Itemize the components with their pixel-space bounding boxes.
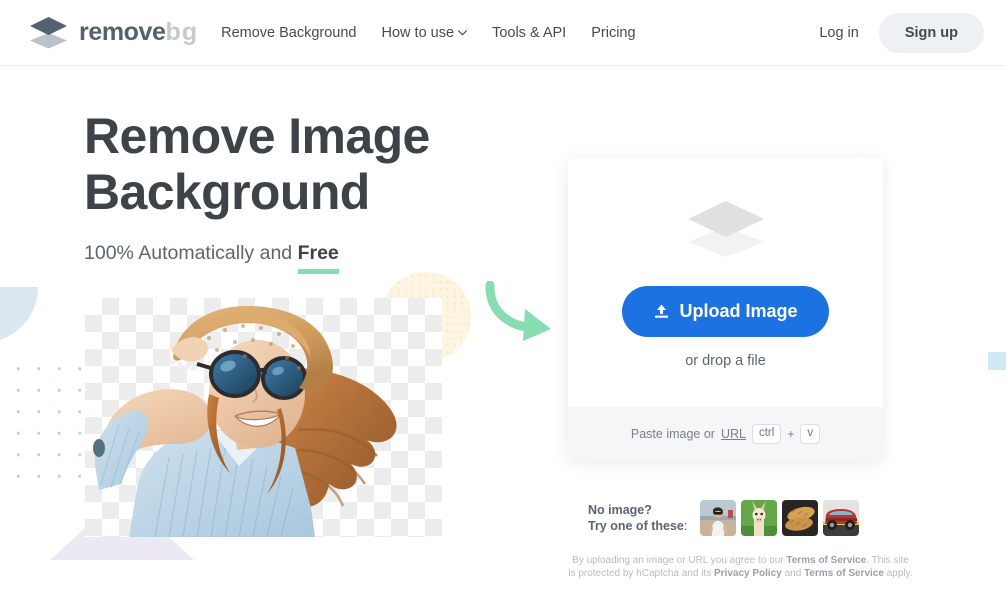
sample-thumbnail-list [700,500,860,536]
layers-diamond-icon [30,16,67,48]
key-ctrl: ctrl [751,424,782,444]
nav-item-tools-and-api[interactable]: Tools & API [492,25,566,41]
upload-button-label: Upload Image [679,300,798,321]
signup-button[interactable]: Sign up [878,12,984,53]
main-nav: Remove Background How to use Tools & API… [221,25,635,41]
nav-item-label: How to use [381,24,455,41]
sample-thumb-bread[interactable] [782,500,819,536]
sample-thumb-woman[interactable] [700,500,737,536]
upload-card: Upload Image or drop a file Paste image … [568,158,883,461]
legal-part-4: apply. [883,568,913,579]
headline-line-2: Background [84,164,370,220]
headline-line-1: Remove Image [84,108,430,164]
page-title: Remove Image Background [84,108,430,220]
hero-example-image [85,298,442,537]
hero-text-block: Remove Image Background 100% Automatical… [84,108,430,274]
layers-diamond-icon [687,200,764,257]
nav-item-label: Pricing [591,24,636,41]
decoration-dot-grid [8,358,86,490]
sample-label-line1: No image? [588,503,652,517]
nav-item-label: Remove Background [221,24,357,41]
chevron-down-icon [458,29,468,35]
nav-item-pricing[interactable]: Pricing [591,25,635,41]
legal-part-3: and [781,568,805,579]
brand-name-secondary: bg [165,18,199,46]
header-actions: Log in Sign up [809,12,984,53]
nav-item-how-to-use[interactable]: How to use [382,25,468,41]
decoration-blue-quarter-circle [0,287,38,343]
legal-disclaimer: By uploading an image or URL you agree t… [568,554,913,580]
legal-part-1: By uploading an image or URL you agree t… [572,555,787,566]
sample-label-colon: : [683,519,688,533]
sample-label-line2: Try one of these [588,519,684,533]
sample-images-section: No image? Try one of these: [588,500,860,536]
paste-prefix-label: Paste image or [630,427,715,441]
upload-image-button[interactable]: Upload Image [622,285,829,337]
brand-name-primary: remove [79,18,166,46]
login-link[interactable]: Log in [809,19,869,47]
terms-of-service-link-1[interactable]: Terms of Service [786,555,866,566]
sample-images-label: No image? Try one of these: [588,502,687,534]
sample-thumb-alpaca[interactable] [741,500,778,536]
paste-url-link[interactable]: URL [721,427,746,441]
subtitle-highlight-free: Free [297,242,339,274]
paste-footer: Paste image or URL ctrl + v [568,407,883,461]
subtitle-prefix: 100% Automatically and [84,242,298,264]
hero-subtitle: 100% Automatically and Free [84,241,430,274]
drop-file-hint: or drop a file [685,352,766,369]
sample-thumb-car[interactable] [823,500,860,536]
upload-icon [655,304,669,318]
decoration-cyan-square [988,352,1006,370]
site-header: removebg Remove Background How to use To… [0,0,1006,66]
file-dropzone[interactable]: Upload Image or drop a file [568,158,883,407]
key-v: v [800,424,821,444]
nav-item-remove-background[interactable]: Remove Background [221,25,356,41]
brand-logo[interactable]: removebg [28,14,198,52]
brand-wordmark: removebg [79,20,198,45]
key-plus-separator: + [787,427,795,441]
nav-item-label: Tools & API [492,24,567,41]
privacy-policy-link[interactable]: Privacy Policy [714,568,782,579]
terms-of-service-link-2[interactable]: Terms of Service [804,568,884,579]
curved-arrow-icon [485,280,559,347]
